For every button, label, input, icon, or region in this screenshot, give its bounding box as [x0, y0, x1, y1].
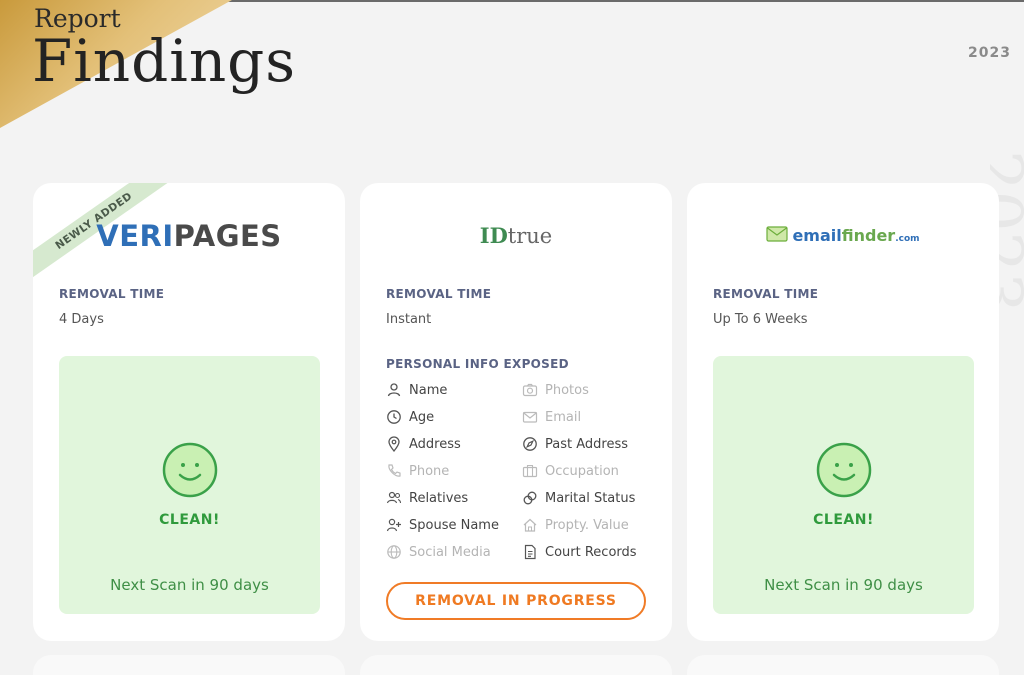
smiley-icon [162, 442, 218, 498]
year-label: 2023 [968, 45, 1011, 61]
next-card-row [360, 655, 672, 675]
clean-status-box: CLEAN! Next Scan in 90 days [713, 356, 974, 614]
people-icon [386, 491, 402, 504]
next-card-row [33, 655, 345, 675]
removal-time-value: Instant [386, 312, 432, 327]
info-item-label: Occupation [545, 463, 619, 479]
next-scan-text: Next Scan in 90 days [764, 576, 923, 594]
removal-in-progress-button[interactable]: REMOVAL IN PROGRESS [386, 582, 646, 620]
card-veripages: NEWLY ADDED VERIPAGES REMOVAL TIME 4 Day… [33, 183, 345, 641]
briefcase-icon [522, 464, 538, 478]
info-item-label: Marital Status [545, 490, 636, 506]
removal-time-label: REMOVAL TIME [386, 287, 492, 301]
emailfinder-logo: emailfinder.com [687, 225, 999, 245]
info-item-property-value: Propty. Value [522, 516, 629, 534]
emailfinder-logo-suffix: .com [895, 234, 920, 244]
info-item-social-media: Social Media [386, 543, 491, 561]
info-item-address: Address [386, 435, 461, 453]
info-item-name: Name [386, 381, 447, 399]
info-item-label: Past Address [545, 436, 628, 452]
compass-icon [523, 437, 537, 451]
info-item-court-records: Court Records [522, 543, 637, 561]
clean-status-text: CLEAN! [813, 512, 874, 528]
removal-time-label: REMOVAL TIME [59, 287, 165, 301]
emailfinder-logo-part2: finder [841, 226, 896, 245]
phone-icon [388, 464, 401, 477]
info-item-relatives: Relatives [386, 489, 468, 507]
info-item-label: Name [409, 382, 448, 398]
info-item-label: Email [545, 409, 582, 425]
veripages-logo-part1: VERI [96, 219, 174, 253]
idtrue-logo: IDtrue [360, 223, 672, 248]
rings-icon [523, 491, 537, 505]
person-plus-icon [386, 518, 401, 532]
veripages-logo-part2: PAGES [173, 219, 282, 253]
person-icon [387, 383, 401, 397]
emailfinder-logo-part1: email [792, 226, 842, 245]
globe-icon [387, 545, 401, 559]
info-item-label: Address [409, 436, 461, 452]
info-item-label: Photos [545, 382, 589, 398]
clean-status-text: CLEAN! [159, 512, 220, 528]
personal-info-label: PERSONAL INFO EXPOSED [386, 357, 569, 371]
info-item-label: Phone [409, 463, 450, 479]
info-item-phone: Phone [386, 462, 449, 480]
info-item-label: Age [409, 409, 435, 425]
next-scan-text: Next Scan in 90 days [110, 576, 269, 594]
removal-time-value: Up To 6 Weeks [713, 312, 808, 327]
info-item-photos: Photos [522, 381, 589, 399]
card-idtrue: IDtrue REMOVAL TIME Instant PERSONAL INF… [360, 183, 672, 641]
info-item-label: Social Media [409, 544, 491, 560]
info-item-label: Spouse Name [409, 517, 499, 533]
idtrue-logo-part1: ID [479, 223, 508, 248]
veripages-logo: VERIPAGES [33, 219, 345, 253]
info-item-past-address: Past Address [522, 435, 628, 453]
removal-time-label: REMOVAL TIME [713, 287, 819, 301]
clock-icon [387, 410, 401, 424]
envelope-logo-icon [766, 226, 789, 242]
info-item-occupation: Occupation [522, 462, 619, 480]
removal-time-value: 4 Days [59, 312, 104, 327]
info-item-label: Relatives [409, 490, 469, 506]
info-item-email: Email [522, 408, 581, 426]
info-item-age: Age [386, 408, 434, 426]
clean-status-box: CLEAN! Next Scan in 90 days [59, 356, 320, 614]
info-item-spouse-name: Spouse Name [386, 516, 499, 534]
idtrue-logo-part2: true [507, 224, 553, 248]
page-title: Findings [32, 27, 297, 95]
camera-icon [522, 383, 538, 397]
info-item-marital-status: Marital Status [522, 489, 635, 507]
document-icon [524, 544, 536, 560]
location-pin-icon [388, 436, 400, 452]
mail-icon [522, 411, 538, 423]
next-card-row [687, 655, 999, 675]
card-emailfinder: emailfinder.com REMOVAL TIME Up To 6 Wee… [687, 183, 999, 641]
info-item-label: Court Records [545, 544, 637, 560]
house-icon [523, 518, 537, 532]
smiley-icon [816, 442, 872, 498]
info-item-label: Propty. Value [545, 517, 629, 533]
